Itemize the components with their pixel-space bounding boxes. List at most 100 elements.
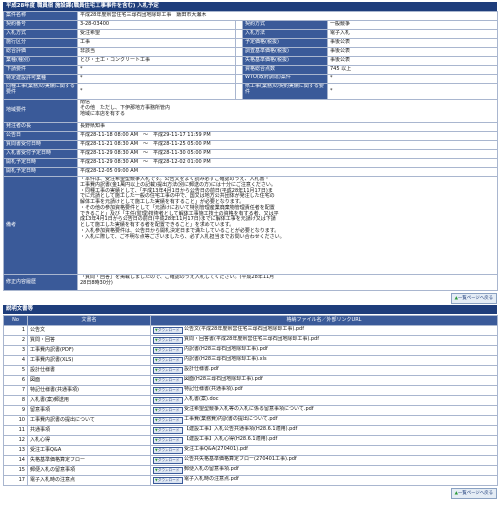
document-number: 15	[3, 465, 28, 476]
document-file-cell: ▼ダウンロード 内訳書(H28三尋石団地除却工事).pdf	[150, 345, 498, 356]
document-row: 5 設計仕様書 ▼ダウンロード 設計仕様書.pdf	[3, 365, 498, 376]
document-row: 13 受注工事Q&A ▼ダウンロード 受注工事Q&A(270401).pdf	[3, 445, 498, 456]
info-value: 「質問・回答」を掲載しましたので、ご確認のうえ入札してください。(平成28年11…	[77, 274, 498, 291]
info-label: 施行区分	[3, 38, 78, 48]
download-button[interactable]: ▼ダウンロード	[153, 366, 183, 374]
document-name: 共通事項	[27, 425, 151, 436]
info-spacer	[235, 20, 243, 30]
document-number: 3	[3, 345, 28, 356]
document-file-name: 電子入札時の注意点.pdf	[184, 476, 239, 483]
document-row: 11 共通事項 ▼ダウンロード 【建設工事】入札公告共通事項(H28.6.1適用).p…	[3, 425, 498, 436]
info-value: *	[77, 83, 236, 100]
download-button[interactable]: ▼ダウンロード	[153, 356, 183, 364]
document-file-name: 入札書(案).doc	[184, 396, 219, 403]
document-number: 10	[3, 415, 28, 426]
document-file-cell: ▼ダウンロード 質問・回答書(平成28年度県営住宅三尋石団地除却工事).pdf	[150, 335, 498, 346]
info-label: 下請要件	[3, 65, 78, 75]
info-label: 地域要件	[3, 99, 78, 123]
info-row: 案件名称 平成28年度県営住宅三尋石団地除却工事 飯田市大瀬木	[3, 11, 498, 21]
document-name: 工事費内訳書の提出について	[27, 415, 151, 426]
info-label: WTO(政府調達)案件	[242, 74, 328, 84]
document-file-name: 特記仕様書(共通事項).pdf	[184, 386, 243, 393]
document-file-cell: ▼ダウンロード 設計仕様書.pdf	[150, 365, 498, 376]
col-header-file: 格納ファイル名／外部リンクURL	[150, 315, 498, 326]
download-button[interactable]: ▼ダウンロード	[153, 466, 183, 474]
download-button[interactable]: ▼ダウンロード	[153, 386, 183, 394]
document-name: 留意事項	[27, 405, 151, 416]
document-name: 工事費内訳書(XLS)	[27, 355, 151, 366]
document-row: 14 失格基準価格算定フロー ▼ダウンロード 公告共失格基準価格算定フロー(27040…	[3, 455, 498, 466]
col-header-no: No	[3, 315, 28, 326]
info-spacer	[235, 83, 243, 100]
info-table: 案件名称 平成28年度県営住宅三尋石団地除却工事 飯田市大瀬木 契約番号 3-28-0…	[3, 11, 498, 291]
info-spacer	[235, 29, 243, 39]
document-row: 1 公告文 ▼ダウンロード 公告文(平成28年度県営住宅三尋石団地除却工事).pdf	[3, 325, 498, 336]
document-file-cell: ▼ダウンロード 入札書(案).doc	[150, 395, 498, 406]
info-value: 事後公表	[327, 56, 498, 66]
download-label: ダウンロード	[157, 337, 180, 342]
document-name: 受注工事Q&A	[27, 445, 151, 456]
download-label: ダウンロード	[157, 457, 180, 462]
document-number: 6	[3, 375, 28, 386]
back-to-list-button-bottom[interactable]: ▲一覧ページへ戻る	[450, 488, 497, 499]
info-label: 発注者の長	[3, 122, 78, 132]
document-file-cell: ▼ダウンロード 図面(H28三尋石団地除却工事).pdf	[150, 375, 498, 386]
info-value: 受注希望	[77, 29, 236, 39]
document-file-cell: ▼ダウンロード 公告共失格基準価格算定フロー(270401工事).pdf	[150, 455, 498, 466]
info-row: 質問書受付日時 平成28-11-21 08:30 AM 〜 平成28-11-25 …	[3, 140, 498, 150]
document-file-cell: ▼ダウンロード 【建設工事】入札心得(H28.6.1適用).pdf	[150, 435, 498, 446]
download-label: ダウンロード	[157, 387, 180, 392]
document-file-name: 郵便入札の留意事項.pdf	[184, 466, 239, 473]
info-row: 発注者の長 長野県知事	[3, 122, 498, 132]
download-button[interactable]: ▼ダウンロード	[153, 346, 183, 354]
info-label: 開札予定日時	[3, 158, 78, 168]
download-button[interactable]: ▼ダウンロード	[153, 456, 183, 464]
info-row: 下請要件 * 資格総合点数 745 以上	[3, 65, 498, 75]
doc-section-title: 説明文書等	[3, 305, 497, 314]
document-number: 11	[3, 425, 28, 436]
download-button[interactable]: ▼ダウンロード	[153, 406, 183, 414]
info-label: 案件名称	[3, 11, 78, 21]
info-value: 745 以上	[327, 65, 498, 75]
info-spacer	[235, 56, 243, 66]
info-row: 業種(種別) とび・土工・コンクリート工事 失格基準価格(税抜) 事後公表	[3, 56, 498, 66]
info-row: 備考 ・本件は、受注希望型競争入札です。公告文をよく読み必ずご確認のうえ、入札書・…	[3, 176, 498, 275]
download-button[interactable]: ▼ダウンロード	[153, 436, 183, 444]
document-name: 入札心得	[27, 435, 151, 446]
document-file-name: 受注希望型競争入札等の入札に係る留意事項について.pdf	[184, 406, 314, 413]
document-number: 12	[3, 435, 28, 446]
document-number: 14	[3, 455, 28, 466]
document-file-name: 内訳書(H28三尋石団地除却工事).pdf	[184, 346, 268, 353]
info-value: 平成28-12-05 09:00 AM	[77, 167, 498, 177]
download-button[interactable]: ▼ダウンロード	[153, 336, 183, 344]
document-row: 17 電子入札時の注意点 ▼ダウンロード 電子入札時の注意点.pdf	[3, 475, 498, 486]
download-label: ダウンロード	[157, 397, 180, 402]
document-name: 郵便入札の留意事項	[27, 465, 151, 476]
download-label: ダウンロード	[157, 427, 180, 432]
download-button[interactable]: ▼ダウンロード	[153, 446, 183, 454]
download-button[interactable]: ▼ダウンロード	[153, 426, 183, 434]
document-number: 17	[3, 475, 28, 486]
download-button[interactable]: ▼ダウンロード	[153, 396, 183, 404]
download-button[interactable]: ▼ダウンロード	[153, 476, 183, 484]
document-file-cell: ▼ダウンロード 公告文(平成28年度県営住宅三尋石団地除却工事).pdf	[150, 325, 498, 336]
document-row: 4 工事費内訳書(XLS) ▼ダウンロード 内訳書(H28三尋石団地除却工事).xls	[3, 355, 498, 366]
download-button[interactable]: ▼ダウンロード	[153, 376, 183, 384]
document-file-name: 設計仕様書.pdf	[184, 366, 219, 373]
back-to-list-button[interactable]: ▲一覧ページへ戻る	[450, 293, 497, 304]
document-name: 特記仕様書(共通事項)	[27, 385, 151, 396]
download-button[interactable]: ▼ダウンロード	[153, 416, 183, 424]
download-button[interactable]: ▼ダウンロード	[153, 326, 183, 334]
info-value: 事後公表	[327, 47, 498, 57]
info-label: 特定建設許可業種	[3, 74, 78, 84]
download-label: ダウンロード	[157, 467, 180, 472]
document-row: 12 入札心得 ▼ダウンロード 【建設工事】入札心得(H28.6.1適用).pdf	[3, 435, 498, 446]
info-row: 施行区分 工事 予定価格(税抜) 事後公表	[3, 38, 498, 48]
info-row: 入札書受付予定日時 平成28-11-29 08:30 AM 〜 平成28-11-3…	[3, 149, 498, 159]
document-name: 工事費内訳書(PDF)	[27, 345, 151, 356]
download-label: ダウンロード	[157, 437, 180, 442]
document-file-cell: ▼ダウンロード 【建設工事】入札公告共通事項(H28.6.1適用).pdf	[150, 425, 498, 436]
info-label: 調査基準価格(税抜)	[242, 47, 328, 57]
info-label: 備考	[3, 176, 78, 275]
document-file-cell: ▼ダウンロード 受注工事Q&A(270401).pdf	[150, 445, 498, 456]
